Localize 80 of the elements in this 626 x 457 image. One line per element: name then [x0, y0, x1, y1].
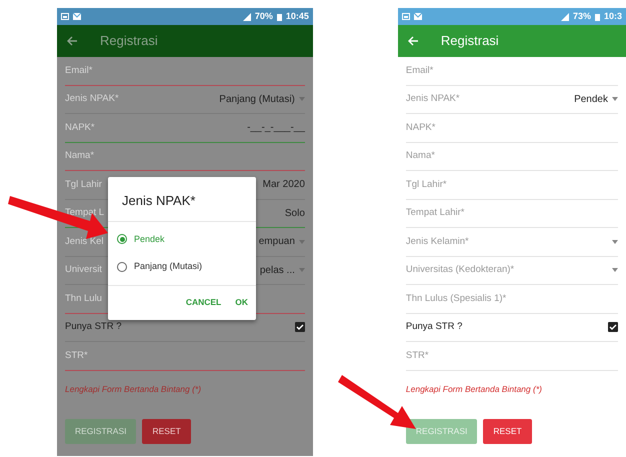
checkbox[interactable]: [294, 322, 305, 332]
input-field[interactable]: Email*: [65, 57, 305, 86]
input-field[interactable]: Nama*: [65, 142, 305, 171]
reset-button[interactable]: RESET: [142, 419, 191, 444]
field-label: Nama*: [65, 149, 94, 164]
option-label: Pendek: [134, 232, 165, 246]
dropdown-field[interactable]: Jenis NPAK* Panjang (Mutasi): [65, 86, 305, 114]
mail-icon: [414, 13, 422, 20]
field-label: Tgl Lahir: [65, 178, 102, 192]
battery-icon: [594, 12, 600, 20]
battery-percent: 70%: [254, 10, 273, 23]
clock-time: 10:45: [286, 10, 309, 23]
dropdown-caret-icon: [612, 240, 618, 244]
mail-icon: [73, 13, 81, 20]
option-label: Panjang (Mutasi): [134, 260, 202, 273]
dropdown-field[interactable]: Universitas (Kedokteran)*: [406, 256, 618, 285]
field-label: STR*: [65, 348, 88, 363]
field-label: Nama*: [406, 149, 435, 164]
app-bar-title: Registrasi: [440, 32, 499, 50]
field-label: NAPK*: [406, 120, 436, 135]
dropdown-caret-icon: [612, 268, 618, 272]
input-field[interactable]: NAPK* -__-_-___-__: [65, 114, 305, 142]
input-field[interactable]: Email*: [406, 57, 618, 86]
field-value: Mar 2020: [262, 178, 305, 192]
app-bar-title: Registrasi: [100, 32, 158, 50]
field-label: Jenis Kelamin*: [406, 234, 469, 249]
input-field[interactable]: NAPK*: [406, 114, 618, 142]
signal-icon: [560, 12, 569, 20]
field-label: Tempat Lahir*: [406, 206, 465, 220]
field-value: pelas ...: [260, 264, 295, 278]
dropdown-caret-icon: [298, 268, 305, 272]
checkbox[interactable]: [608, 322, 618, 332]
input-field[interactable]: STR*: [406, 342, 618, 370]
notification-icon: [61, 13, 69, 20]
field-label: Universit: [65, 263, 102, 278]
field-label: Jenis NPAK*: [65, 92, 119, 106]
radio-button[interactable]: [117, 234, 127, 244]
field-label: Jenis NPAK*: [406, 92, 460, 106]
input-field[interactable]: Nama*: [406, 142, 618, 171]
radio-option[interactable]: Pendek: [108, 226, 256, 253]
input-field[interactable]: Tgl Lahir*: [406, 171, 618, 200]
battery-icon: [276, 12, 282, 20]
field-label: Universitas (Kedokteran)*: [406, 263, 514, 278]
field-value: empuan: [258, 235, 295, 250]
notification-icon: [402, 13, 410, 20]
field-value: Panjang (Mutasi): [219, 92, 295, 107]
input-field[interactable]: Tempat Lahir*: [406, 200, 618, 228]
checkbox-label: Punya STR ?: [406, 320, 462, 334]
checkbox-label: Punya STR ?: [65, 320, 122, 334]
dropdown-field[interactable]: Jenis NPAK* Pendek: [406, 86, 618, 114]
reset-button[interactable]: RESET: [483, 419, 532, 444]
field-label: Email*: [65, 64, 92, 78]
input-field[interactable]: Thn Lulus (Spesialis 1)*: [406, 285, 618, 314]
input-field[interactable]: STR*: [65, 342, 305, 370]
clock-time: 10:3: [604, 10, 622, 23]
dialog-title: Jenis NPAK*: [108, 177, 256, 222]
field-label: NAPK*: [65, 120, 95, 135]
field-label: Email*: [406, 64, 434, 78]
dropdown-field[interactable]: Jenis Kelamin*: [406, 228, 618, 256]
radio-button[interactable]: [117, 262, 127, 272]
field-value: -__-_-___-__: [247, 121, 305, 136]
dropdown-caret-icon: [298, 240, 305, 244]
dropdown-caret-icon: [298, 97, 305, 102]
radio-option[interactable]: Panjang (Mutasi): [108, 253, 256, 280]
form-hint: Lengkapi Form Bertanda Bintang (*): [406, 382, 543, 396]
back-arrow-icon[interactable]: [67, 36, 78, 46]
dropdown-caret-icon: [612, 97, 618, 102]
field-label: Tempat L: [65, 206, 104, 220]
field-label: Thn Lulus (Spesialis 1)*: [406, 292, 506, 306]
field-value: Pendek: [574, 92, 608, 107]
form-hint: Lengkapi Form Bertanda Bintang (*): [65, 382, 202, 396]
field-value: Solo: [284, 206, 305, 221]
field-label: STR*: [406, 348, 429, 363]
field-label: Thn Lulu: [65, 292, 102, 306]
battery-percent: 73%: [572, 10, 591, 23]
field-label: Jenis Kel: [65, 234, 104, 249]
field-label: Tgl Lahir*: [406, 178, 447, 192]
ok-button[interactable]: OK: [235, 296, 248, 308]
cancel-button[interactable]: CANCEL: [186, 296, 222, 308]
signal-icon: [242, 12, 251, 20]
